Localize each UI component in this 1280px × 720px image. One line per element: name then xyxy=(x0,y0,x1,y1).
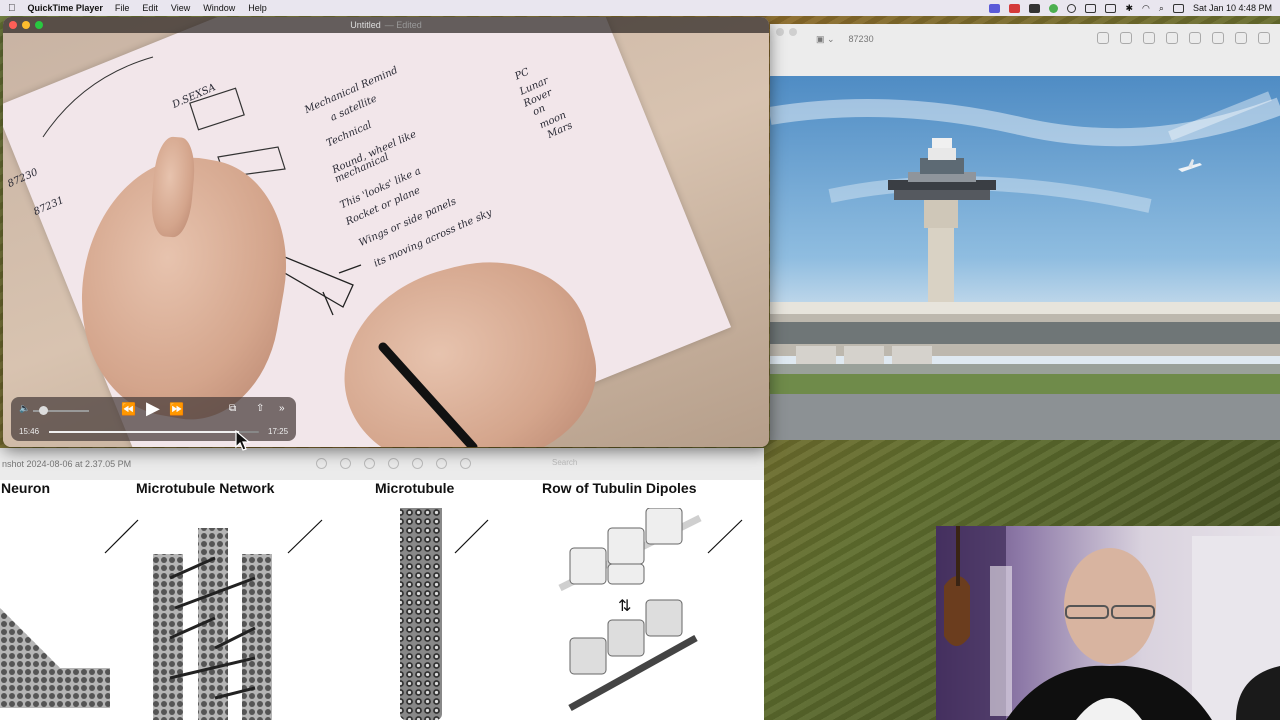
fast-forward-button[interactable]: ⏩ xyxy=(169,402,184,416)
rewind-button[interactable]: ⏪ xyxy=(121,402,136,416)
zoom-out-icon[interactable] xyxy=(1120,32,1132,44)
menu-help[interactable]: Help xyxy=(248,3,267,13)
pen-app-icon[interactable] xyxy=(1029,3,1041,13)
minimize-button[interactable] xyxy=(22,21,30,29)
close-button[interactable] xyxy=(776,28,784,36)
preview-toolbar: ▣ ⌄ 87230 xyxy=(770,24,1280,54)
pencil xyxy=(378,342,478,447)
heading-microtubule: Microtubule xyxy=(375,480,455,496)
menu-window[interactable]: Window xyxy=(203,3,235,13)
share-icon[interactable] xyxy=(388,458,399,469)
video-frame: D.SEXSA Mechanical Remind a satellite Te… xyxy=(3,17,769,447)
menu-view[interactable]: View xyxy=(171,3,190,13)
rotate-icon[interactable] xyxy=(1212,32,1224,44)
quicktime-window[interactable]: D.SEXSA Mechanical Remind a satellite Te… xyxy=(3,17,769,447)
guitar xyxy=(944,576,970,646)
more-icon[interactable]: » xyxy=(279,403,285,414)
info-icon[interactable] xyxy=(316,458,327,469)
control-tower xyxy=(888,138,996,326)
menu-bar:  QuickTime Player File Edit View Window… xyxy=(0,0,1280,16)
share-icon[interactable]: ⇧ xyxy=(256,403,264,414)
zoom-in-icon[interactable] xyxy=(1143,32,1155,44)
menu-clock[interactable]: Sat Jan 10 4:48 PM xyxy=(1193,3,1272,13)
annotate-icon[interactable] xyxy=(1235,32,1247,44)
screen-share-icon[interactable] xyxy=(989,3,1001,13)
apple-menu-icon[interactable]:  xyxy=(8,3,16,14)
markup-icon[interactable] xyxy=(1189,32,1201,44)
rotate-icon[interactable] xyxy=(436,458,447,469)
microtubule-shape xyxy=(400,508,442,720)
menu-file[interactable]: File xyxy=(115,3,130,13)
wifi-icon[interactable]: ◠ xyxy=(1142,3,1150,14)
zoom-in-icon[interactable] xyxy=(364,458,375,469)
heading-tubulin-dipoles: Row of Tubulin Dipoles xyxy=(542,480,697,496)
share-icon[interactable] xyxy=(1166,32,1178,44)
minimize-button[interactable] xyxy=(789,28,797,36)
playback-controls: 🔈 ⏪ ▶ ⏩ ⧉ ⇧ » 15:46 17:25 xyxy=(11,397,296,441)
mouse-cursor-icon xyxy=(235,430,251,451)
edited-label: — Edited xyxy=(384,20,422,30)
app-menu[interactable]: QuickTime Player xyxy=(28,3,103,13)
window-titlebar[interactable]: Untitled — Edited xyxy=(3,17,769,33)
neuron-shape xyxy=(0,608,110,708)
info-icon[interactable] xyxy=(1097,32,1109,44)
webcam-overlay xyxy=(936,526,1280,720)
search-field[interactable]: Search xyxy=(552,458,577,467)
preview-window-microtubule[interactable]: nshot 2024-08-06 at 2.37.05 PM Search Ne… xyxy=(0,448,764,720)
tubulin-dipoles-shape: ⇅ xyxy=(558,508,702,712)
play-circle-icon[interactable] xyxy=(1067,3,1077,13)
play-button[interactable]: ▶ xyxy=(146,398,160,419)
terminal-building xyxy=(770,302,1280,440)
window-title: Untitled xyxy=(350,20,381,30)
annotate-icon[interactable] xyxy=(460,458,471,469)
spotlight-search-icon[interactable]: ⌕ xyxy=(1159,3,1164,14)
sidebar-toggle-icon[interactable]: ▣ ⌄ xyxy=(816,34,835,45)
microtubule-network-shape xyxy=(153,528,272,720)
preview-toolbar: nshot 2024-08-06 at 2.37.05 PM Search xyxy=(0,448,764,480)
window-title: nshot 2024-08-06 at 2.37.05 PM xyxy=(2,459,132,469)
bluetooth-icon[interactable]: ✱ xyxy=(1125,3,1133,14)
volume-icon[interactable] xyxy=(1105,3,1117,13)
airplane-icon xyxy=(1178,159,1202,172)
current-time: 15:46 xyxy=(19,427,40,436)
heading-neuron: Neuron xyxy=(1,480,50,496)
menu-edit[interactable]: Edit xyxy=(142,3,158,13)
volume-knob[interactable] xyxy=(39,406,48,415)
record-app-icon[interactable] xyxy=(1009,3,1021,13)
airport-photo xyxy=(770,76,1280,440)
preview-window-airport[interactable]: ▣ ⌄ 87230 xyxy=(770,24,1280,440)
duration: 17:25 xyxy=(268,427,289,436)
control-center-icon[interactable] xyxy=(1172,3,1184,13)
heading-microtubule-network: Microtubule Network xyxy=(136,480,275,496)
scrubber-fill xyxy=(49,431,240,433)
picture-in-picture-icon[interactable]: ⧉ xyxy=(229,403,236,414)
window-title: 87230 xyxy=(848,34,874,44)
mute-icon[interactable]: 🔈 xyxy=(19,403,30,414)
close-button[interactable] xyxy=(9,21,17,29)
display-icon[interactable] xyxy=(1085,3,1097,13)
markup-icon[interactable] xyxy=(412,458,423,469)
search-icon[interactable] xyxy=(1258,32,1270,44)
diagram-illustration: ⇅ xyxy=(0,508,743,720)
zoom-button[interactable] xyxy=(35,21,43,29)
green-status-icon[interactable] xyxy=(1049,3,1059,13)
scrubber[interactable] xyxy=(49,431,259,433)
svg-text:⇅: ⇅ xyxy=(618,596,631,615)
zoom-out-icon[interactable] xyxy=(340,458,351,469)
